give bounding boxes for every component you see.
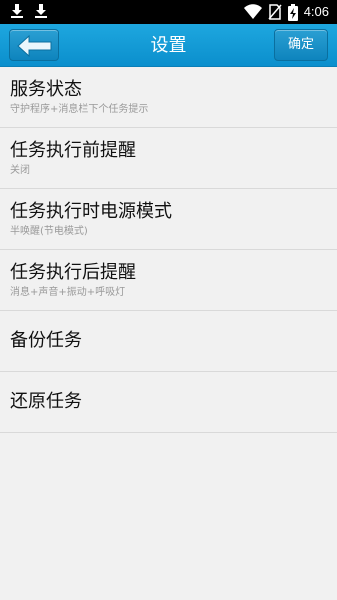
wifi-icon [243,4,262,20]
back-arrow-icon [17,34,52,58]
no-sim-icon [268,4,282,20]
setting-service-status[interactable]: 服务状态 守护程序+消息栏下个任务提示 [0,67,337,128]
setting-title: 服务状态 [10,79,82,100]
status-time: 4:06 [303,4,329,19]
back-button[interactable] [9,29,59,61]
setting-title: 任务执行前提醒 [10,140,136,161]
setting-title: 备份任务 [10,330,82,351]
setting-subtitle: 消息+声音+振动+呼吸灯 [10,287,126,298]
setting-title: 还原任务 [10,391,82,412]
status-bar: 4:06 [0,0,337,24]
setting-title: 任务执行时电源模式 [10,201,172,222]
setting-subtitle: 守护程序+消息栏下个任务提示 [10,104,149,115]
setting-title: 任务执行后提醒 [10,262,136,283]
setting-restore-tasks[interactable]: 还原任务 [0,372,337,433]
download-icon [34,3,48,19]
setting-subtitle: 半唤醒(节电模式) [10,226,88,237]
setting-power-mode[interactable]: 任务执行时电源模式 半唤醒(节电模式) [0,189,337,250]
confirm-button[interactable]: 确定 [274,29,328,61]
setting-subtitle: 关闭 [10,165,30,176]
download-icon [10,3,24,19]
setting-backup-tasks[interactable]: 备份任务 [0,311,337,372]
setting-post-task-reminder[interactable]: 任务执行后提醒 消息+声音+振动+呼吸灯 [0,250,337,311]
settings-list: 服务状态 守护程序+消息栏下个任务提示 任务执行前提醒 关闭 任务执行时电源模式… [0,67,337,433]
setting-pre-task-reminder[interactable]: 任务执行前提醒 关闭 [0,128,337,189]
battery-charging-icon [287,3,298,21]
app-bar: 设置 确定 [0,24,337,67]
